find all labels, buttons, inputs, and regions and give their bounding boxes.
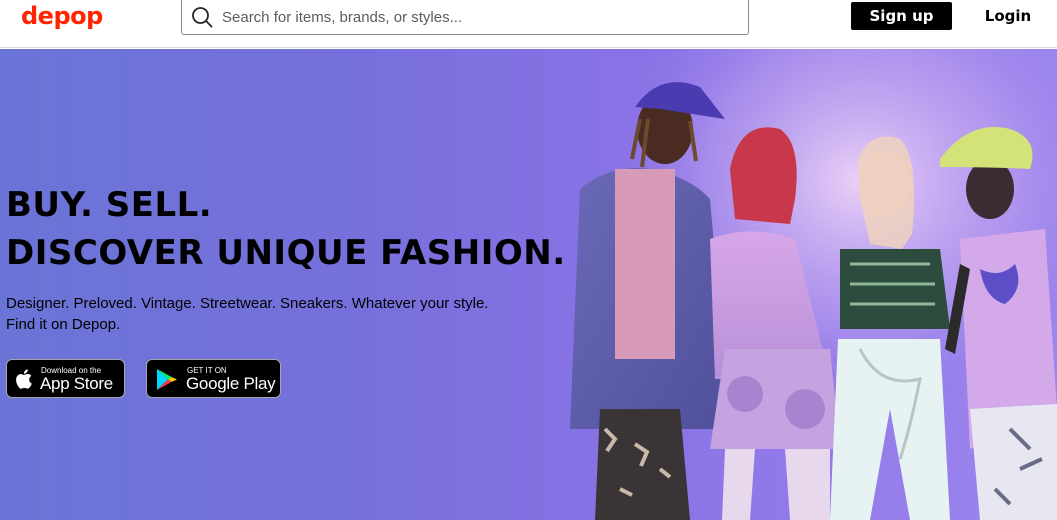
app-store-badge[interactable]: Download on the App Store: [6, 359, 125, 398]
headline-line-2: DISCOVER UNIQUE FASHION.: [6, 233, 566, 273]
apple-icon: [16, 369, 32, 389]
hero-photo: [540, 49, 1057, 520]
sign-up-button[interactable]: Sign up: [851, 2, 952, 30]
search-input[interactable]: [222, 5, 737, 29]
login-button[interactable]: Login: [970, 2, 1046, 30]
search-icon: [192, 7, 213, 28]
hero-subtext: Designer. Preloved. Vintage. Streetwear.…: [6, 295, 489, 333]
app-store-label: App Store: [40, 374, 113, 393]
hero-banner: BUY. SELL. DISCOVER UNIQUE FASHION. Desi…: [0, 49, 1057, 520]
hero-headline: BUY. SELL. DISCOVER UNIQUE FASHION.: [6, 181, 646, 277]
top-navigation-bar: depop Sign up Login: [0, 0, 1057, 48]
google-play-badge[interactable]: GET IT ON Google Play: [146, 359, 281, 398]
search-bar[interactable]: [181, 0, 749, 35]
google-play-label: Google Play: [186, 374, 276, 393]
headline-line-1: BUY. SELL.: [6, 185, 213, 225]
google-play-icon: [157, 369, 177, 390]
depop-logo[interactable]: depop: [21, 1, 103, 31]
